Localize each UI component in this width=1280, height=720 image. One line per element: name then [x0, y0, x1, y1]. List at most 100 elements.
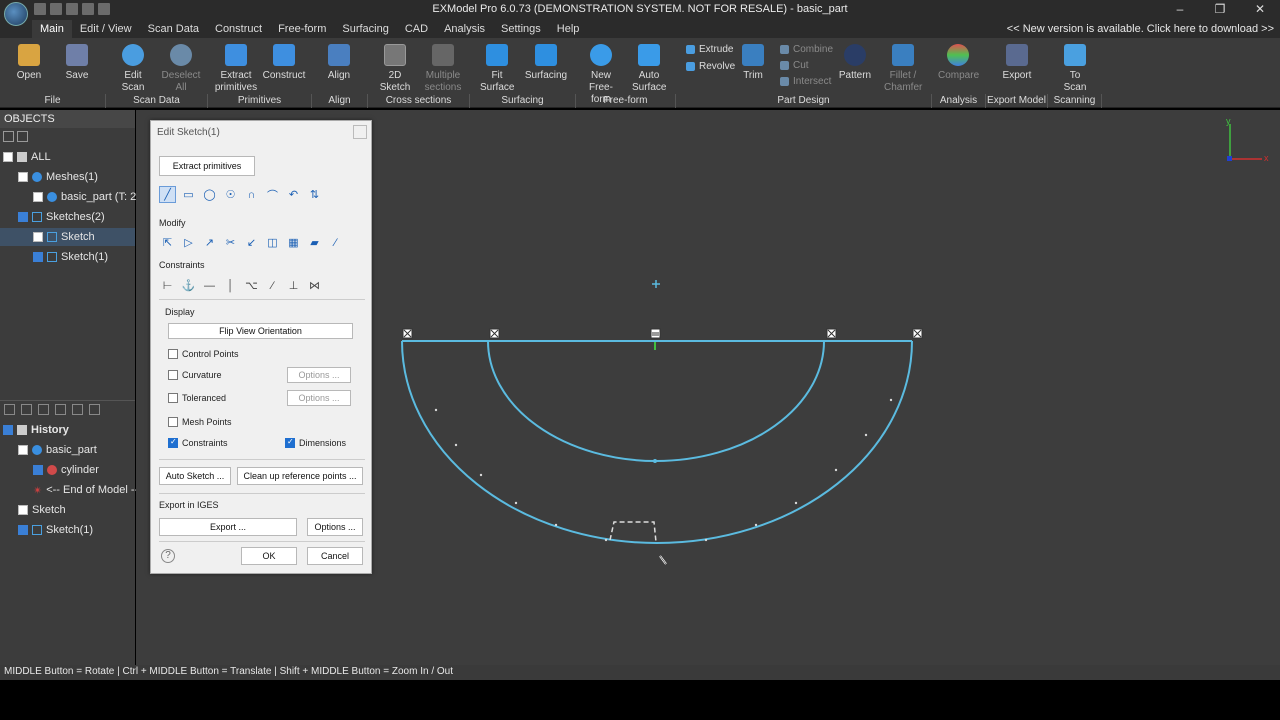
trim-tool-icon[interactable]: ✂ [222, 234, 239, 251]
parallel-icon[interactable]: ∕ [264, 277, 281, 294]
help-icon[interactable]: ? [161, 549, 175, 563]
vertical-icon[interactable]: │ [222, 277, 239, 294]
tangent-arc-tool-icon[interactable]: ↶ [285, 186, 302, 203]
mirror-tool-icon[interactable]: ◫ [264, 234, 281, 251]
multiple-sections-button[interactable]: Multiple sections [422, 42, 464, 94]
convert-tool-icon[interactable]: ▰ [306, 234, 323, 251]
fillet-tool-icon[interactable]: ↗ [201, 234, 218, 251]
offset-tool-icon[interactable]: ▷ [180, 234, 197, 251]
filter-icon[interactable] [17, 131, 28, 142]
edit-scan-button[interactable]: Edit Scan [116, 42, 150, 94]
history-item-sketch[interactable]: Sketch [18, 501, 66, 519]
minimize-button[interactable]: – [1160, 0, 1200, 20]
export-options-button[interactable]: Options ... [307, 518, 363, 536]
trim-button[interactable]: Trim [738, 42, 768, 82]
history-item-basic-part[interactable]: basic_part [18, 441, 97, 459]
rectangle-tool-icon[interactable]: ▭ [180, 186, 197, 203]
fit-surface-button[interactable]: Fit Surface [480, 42, 514, 94]
history-first-icon[interactable] [72, 404, 83, 415]
history-last-icon[interactable] [89, 404, 100, 415]
history-checkbox[interactable] [3, 425, 13, 435]
slot-tool-icon[interactable]: ∩ [243, 186, 260, 203]
tab-analysis[interactable]: Analysis [436, 20, 493, 38]
update-notice-link[interactable]: << New version is available. Click here … [1007, 23, 1274, 35]
compare-button[interactable]: Compare [938, 42, 979, 82]
toleranced-checkbox[interactable]: Toleranced [168, 393, 226, 403]
revolve-button[interactable]: Revolve [686, 61, 735, 72]
sketch1-checkbox[interactable] [18, 525, 28, 535]
save-ribbon-button[interactable]: Save [60, 42, 94, 82]
perpendicular-icon[interactable]: ⊥ [285, 277, 302, 294]
auto-sketch-button[interactable]: Auto Sketch ... [159, 467, 231, 485]
coincident-icon[interactable]: ⊢ [159, 277, 176, 294]
close-button[interactable]: ✕ [1240, 0, 1280, 20]
flip-view-button[interactable]: Flip View Orientation [168, 323, 353, 339]
sketch-checkbox[interactable] [33, 232, 43, 242]
tree-item-meshes[interactable]: Meshes(1) [18, 168, 98, 186]
symmetric-icon[interactable]: ⋈ [306, 277, 323, 294]
clean-up-reference-points-button[interactable]: Clean up reference points ... [237, 467, 363, 485]
app-logo-icon[interactable] [4, 2, 28, 26]
extract-primitives-button[interactable]: Extract primitives [214, 42, 258, 94]
history-list-icon[interactable] [4, 404, 15, 415]
open-button[interactable]: Open [12, 42, 46, 82]
export-ribbon-button[interactable]: Export [1000, 42, 1034, 82]
extrude-button[interactable]: Extrude [686, 44, 733, 55]
tree-item-sketch[interactable]: Sketch [0, 228, 135, 246]
sketch1-checkbox[interactable] [33, 252, 43, 262]
tree-item-all[interactable]: ALL [3, 148, 51, 166]
project-tool-icon[interactable]: ∕ [327, 234, 344, 251]
ok-button[interactable]: OK [241, 547, 297, 565]
extract-primitives-button[interactable]: Extract primitives [159, 156, 255, 176]
history-forward-icon[interactable] [38, 404, 49, 415]
curvature-checkbox[interactable]: Curvature [168, 370, 222, 380]
tab-edit-view[interactable]: Edit / View [72, 20, 140, 38]
tab-help[interactable]: Help [549, 20, 588, 38]
intersect-button[interactable]: Intersect [780, 76, 831, 87]
horizontal-icon[interactable]: — [201, 277, 218, 294]
combine-button[interactable]: Combine [780, 44, 833, 55]
mesh-points-checkbox[interactable]: Mesh Points [168, 417, 232, 427]
dimensions-checkbox[interactable]: Dimensions [285, 437, 346, 448]
sketches-checkbox[interactable] [18, 212, 28, 222]
construct-button[interactable]: Construct [262, 42, 306, 82]
line-tool-icon[interactable]: ╱ [159, 186, 176, 203]
pattern-tool-icon[interactable]: ▦ [285, 234, 302, 251]
tree-item-sketches[interactable]: Sketches(2) [18, 208, 105, 226]
sketch-geometry[interactable] [401, 340, 913, 544]
dialog-close-button[interactable] [353, 125, 367, 139]
tab-free-form[interactable]: Free-form [270, 20, 334, 38]
spline-tool-icon[interactable]: ⇅ [306, 186, 323, 203]
tab-main[interactable]: Main [32, 20, 72, 38]
cylinder-checkbox[interactable] [33, 465, 43, 475]
export-button[interactable]: Export ... [159, 518, 297, 536]
tree-item-basic-part[interactable]: basic_part (T: 213 [33, 188, 148, 206]
tab-scan-data[interactable]: Scan Data [140, 20, 207, 38]
control-points-checkbox[interactable]: Control Points [168, 349, 239, 359]
auto-surface-button[interactable]: Auto Surface [632, 42, 666, 94]
history-filter-icon[interactable] [55, 404, 66, 415]
to-scan-button[interactable]: To Scan [1060, 42, 1090, 94]
sketch-checkbox[interactable] [18, 505, 28, 515]
surfacing-button[interactable]: Surfacing [524, 42, 568, 82]
history-tree-icon[interactable] [21, 404, 32, 415]
circle-tool-icon[interactable]: ◯ [201, 186, 218, 203]
tab-cad[interactable]: CAD [397, 20, 436, 38]
cut-button[interactable]: Cut [780, 60, 809, 71]
circle-center-tool-icon[interactable]: ☉ [222, 186, 239, 203]
basic-part-checkbox[interactable] [33, 192, 43, 202]
history-header[interactable]: History [3, 421, 69, 439]
cancel-button[interactable]: Cancel [307, 547, 363, 565]
history-item-sketch1[interactable]: Sketch(1) [18, 521, 93, 539]
toleranced-options-button[interactable]: Options ... [287, 390, 351, 406]
deselect-all-button[interactable]: Deselect All [160, 42, 202, 94]
extend-tool-icon[interactable]: ↙ [243, 234, 260, 251]
tab-surfacing[interactable]: Surfacing [334, 20, 396, 38]
pattern-button[interactable]: Pattern [838, 42, 872, 82]
tab-construct[interactable]: Construct [207, 20, 270, 38]
history-end-of-model[interactable]: ✴ <-- End of Model -- [33, 481, 138, 499]
fix-anchor-icon[interactable]: ⚓ [180, 277, 197, 294]
arc-tool-icon[interactable]: ⌒ [264, 186, 281, 203]
fillet-chamfer-button[interactable]: Fillet / Chamfer [884, 42, 922, 94]
meshes-checkbox[interactable] [18, 172, 28, 182]
